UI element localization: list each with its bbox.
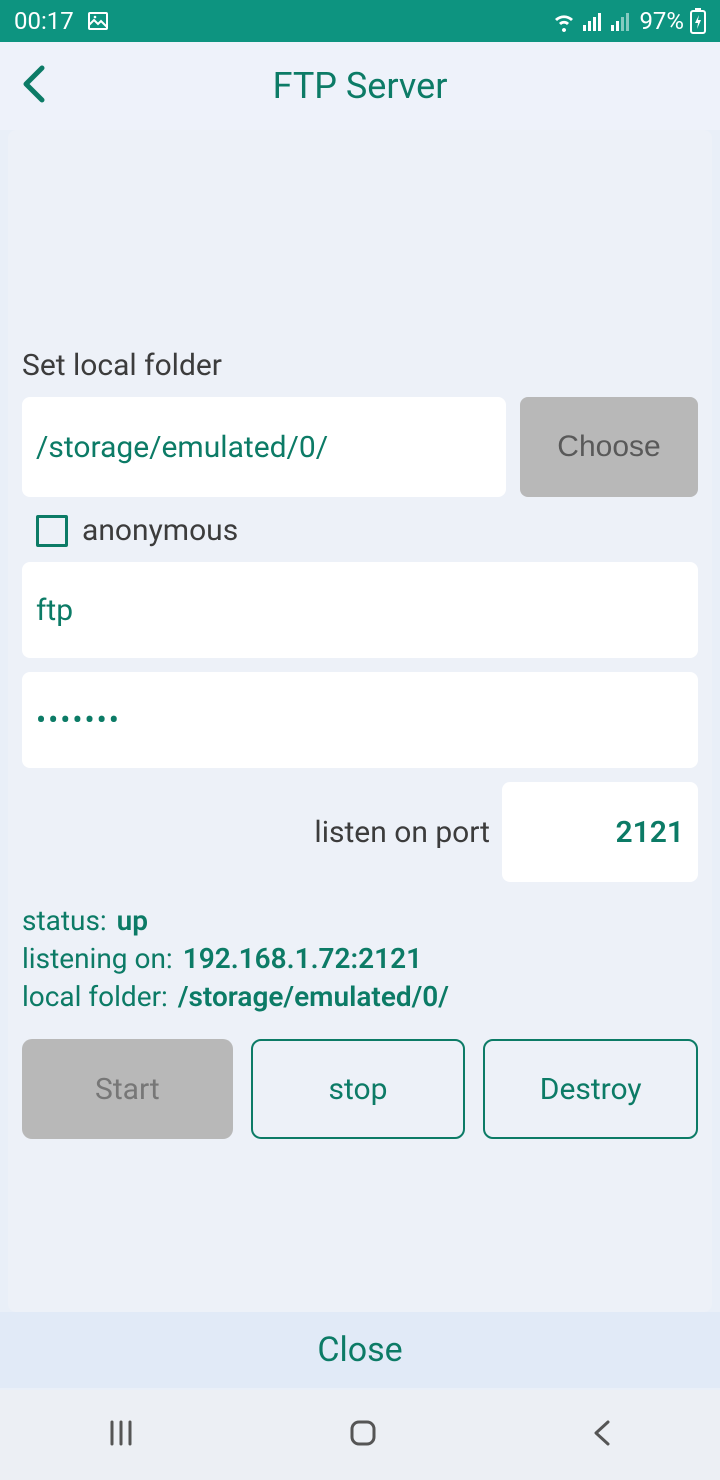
start-button: Start [22,1039,233,1139]
stop-button[interactable]: stop [251,1039,466,1139]
local-folder-label: Set local folder [22,348,698,383]
anonymous-checkbox-row[interactable]: anonymous [22,507,698,562]
page-title: FTP Server [273,65,448,107]
username-input[interactable]: ftp [22,562,698,658]
listening-value: 192.168.1.72:2121 [183,940,422,978]
port-input[interactable]: 2121 [502,782,698,882]
status-block: status: up listening on: 192.168.1.72:21… [22,902,698,1015]
main-panel: Set local folder /storage/emulated/0/ Ch… [8,130,712,1312]
status-bar: 00:17 [0,0,720,42]
status-time: 00:17 [14,7,74,35]
local-folder-input[interactable]: /storage/emulated/0/ [22,397,506,497]
anonymous-label: anonymous [82,513,238,548]
back-nav-button[interactable] [588,1416,616,1454]
anonymous-checkbox[interactable] [36,515,68,547]
status-label: status: [22,902,107,940]
choose-button[interactable]: Choose [520,397,698,497]
local-folder-status-value: /storage/emulated/0/ [178,978,449,1016]
username-value: ftp [36,593,73,628]
status-value: up [117,902,148,940]
signal-icon-2 [611,11,633,31]
nav-bar [0,1390,720,1480]
back-button[interactable] [18,64,50,108]
signal-icon [583,11,605,31]
picture-icon [86,9,110,33]
app-header: FTP Server [0,42,720,130]
home-button[interactable] [346,1416,380,1454]
local-folder-status-label: local folder: [22,978,168,1016]
wifi-icon [551,10,577,32]
password-value: ••••••• [36,703,121,738]
close-button[interactable]: Close [0,1312,720,1388]
listening-label: listening on: [22,940,173,978]
port-value: 2121 [615,815,684,850]
battery-charging-icon [690,8,706,34]
recent-apps-button[interactable] [104,1416,138,1454]
battery-percent: 97% [639,7,684,35]
destroy-button[interactable]: Destroy [483,1039,698,1139]
password-input[interactable]: ••••••• [22,672,698,768]
local-folder-value: /storage/emulated/0/ [36,430,328,465]
listen-port-label: listen on port [314,815,490,850]
